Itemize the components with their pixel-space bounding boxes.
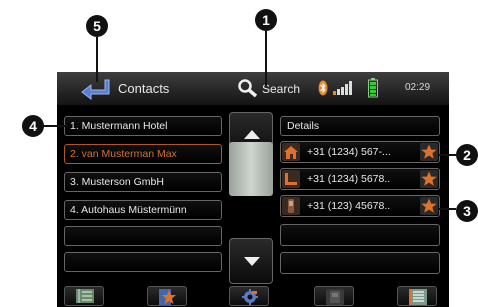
callout-3: 3 xyxy=(456,200,478,222)
callout-1: 1 xyxy=(255,9,277,31)
detail-row-office[interactable]: +31 (1234) 5678.. xyxy=(280,168,440,190)
phonebook-button[interactable] xyxy=(64,286,104,306)
phone-number: +31 (1234) 5678.. xyxy=(307,173,391,185)
detail-row-mobile[interactable]: +31 (123) 45678.. xyxy=(280,195,440,217)
phone-number: +31 (123) 45678.. xyxy=(307,200,391,212)
contact-row-empty[interactable] xyxy=(64,252,222,272)
favorites-icon xyxy=(159,289,176,305)
search-button-label[interactable]: Search xyxy=(262,82,300,96)
scroll-down-button[interactable] xyxy=(229,238,273,284)
bluetooth-settings-icon xyxy=(242,289,258,305)
callout-4: 4 xyxy=(22,115,44,137)
callout-line xyxy=(96,37,98,82)
arrow-down-icon xyxy=(244,257,260,266)
mobile-phone-icon xyxy=(282,197,300,215)
clock: 02:29 xyxy=(405,82,431,93)
callout-5: 5 xyxy=(86,15,108,37)
contact-row-2[interactable]: 2. van Musterman Max xyxy=(64,144,222,164)
detail-row-home[interactable]: +31 (1234) 567-... xyxy=(280,141,440,163)
call-list-button[interactable] xyxy=(397,286,437,306)
contact-row-1[interactable]: 1. Mustermann Hotel xyxy=(64,116,222,136)
bluetooth-icon xyxy=(318,80,328,96)
contact-row-3[interactable]: 3. Musterson GmbH xyxy=(64,172,222,192)
phone-button[interactable] xyxy=(314,286,354,306)
back-arrow-icon[interactable] xyxy=(79,78,111,100)
details-header: Details xyxy=(280,116,440,136)
callout-line xyxy=(265,31,267,86)
contact-row-4[interactable]: 4. Autohaus Müstermünn xyxy=(64,200,222,220)
phone-number: +31 (1234) 567-... xyxy=(307,146,391,158)
favorites-button[interactable] xyxy=(147,286,187,306)
phone-icon xyxy=(326,289,344,305)
callout-line xyxy=(438,208,456,210)
callout-2: 2 xyxy=(456,144,478,166)
detail-row-empty[interactable] xyxy=(280,224,440,246)
battery-icon xyxy=(368,78,378,98)
office-icon xyxy=(282,170,300,188)
page-title: Contacts xyxy=(118,81,170,96)
scrollbar-thumb[interactable] xyxy=(229,142,273,196)
favorite-star-icon[interactable] xyxy=(420,197,438,215)
detail-row-empty[interactable] xyxy=(280,252,440,274)
search-icon[interactable] xyxy=(237,78,259,98)
call-list-icon xyxy=(409,289,427,305)
contacts-screen: Contacts Search 02:29 1. Mustermann Hote… xyxy=(57,72,449,307)
callout-line xyxy=(44,125,68,127)
favorite-star-icon[interactable] xyxy=(420,143,438,161)
signal-strength-icon xyxy=(333,81,352,95)
callout-line xyxy=(438,154,456,156)
favorite-star-icon[interactable] xyxy=(420,170,438,188)
home-icon xyxy=(282,143,300,161)
arrow-up-icon xyxy=(244,130,260,139)
bluetooth-settings-button[interactable] xyxy=(229,286,269,306)
phonebook-icon xyxy=(76,289,94,303)
status-bar: Contacts Search 02:29 xyxy=(57,72,449,105)
contact-row-empty[interactable] xyxy=(64,226,222,246)
